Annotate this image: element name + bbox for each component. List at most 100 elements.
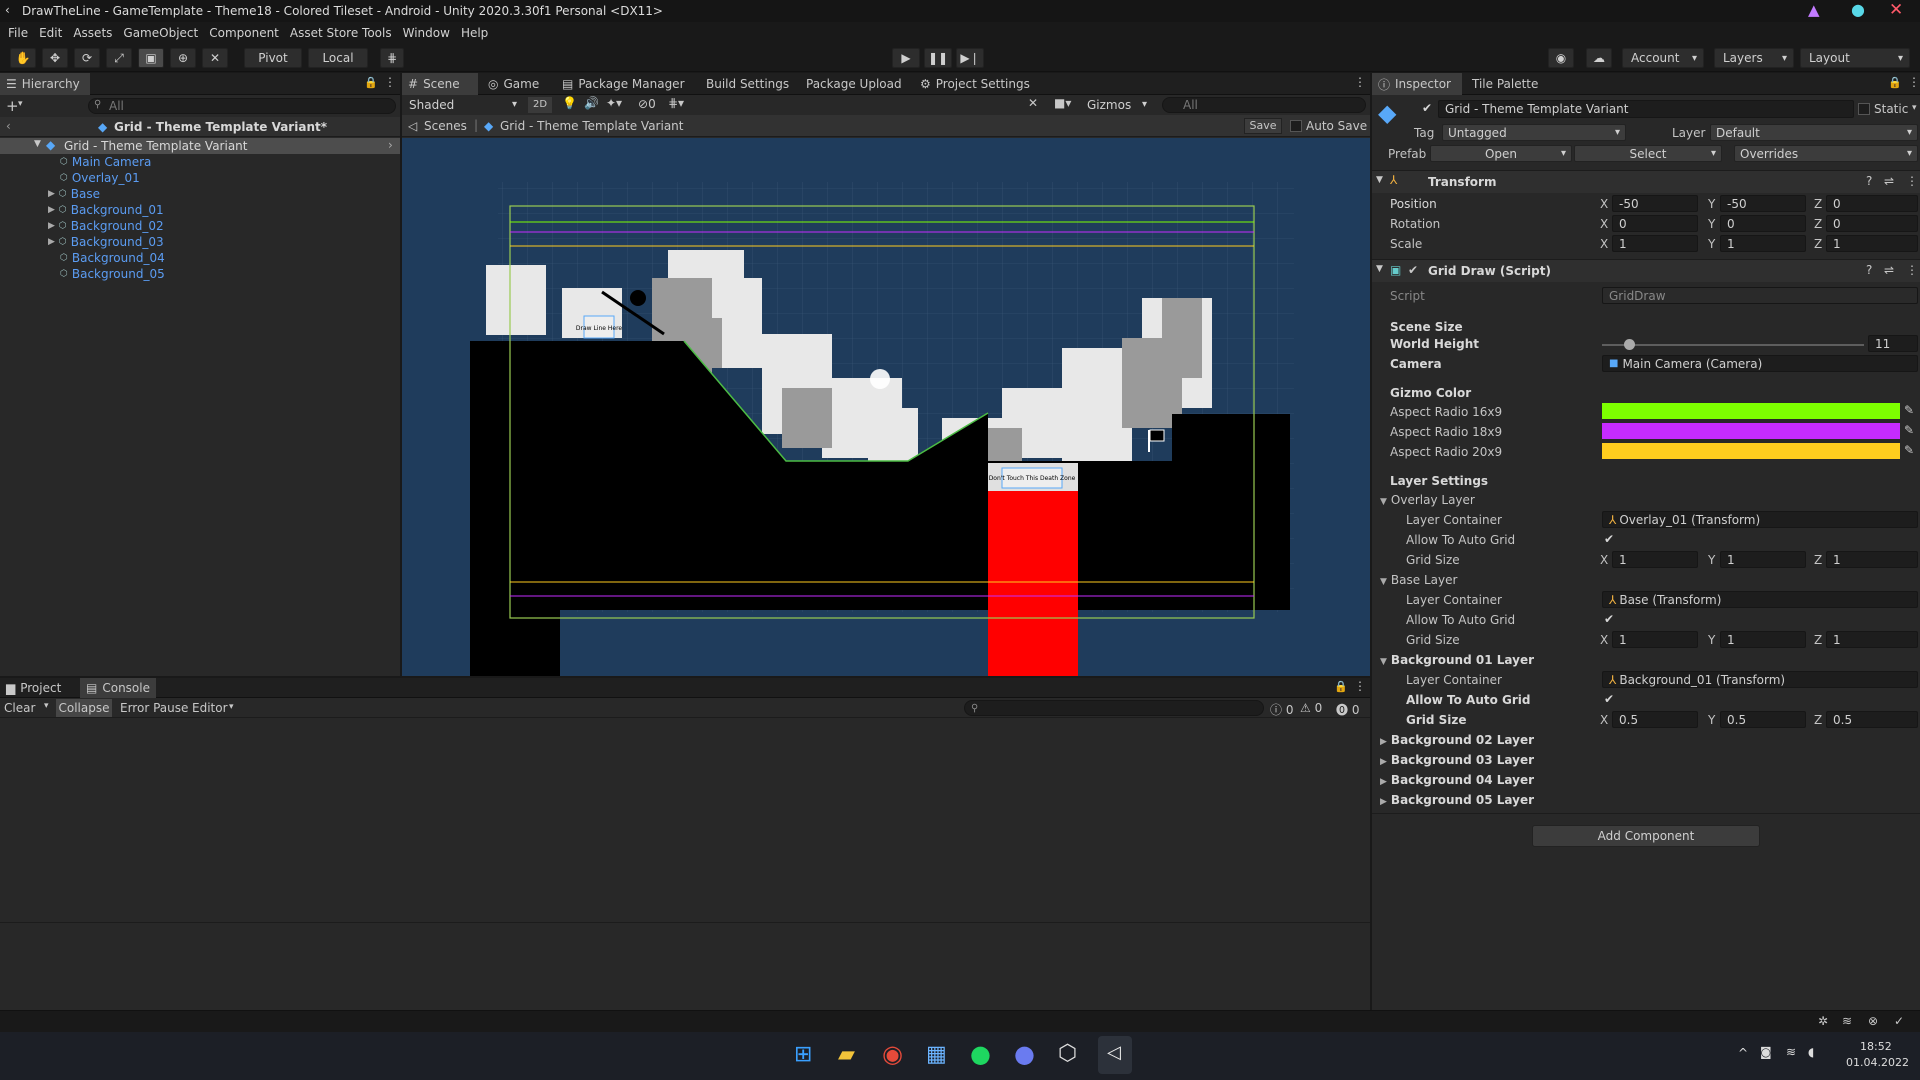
grid-icon[interactable]: ⋕▾ <box>668 96 684 110</box>
background-01-container-field[interactable]: ⅄ Background_01 (Transform) <box>1602 671 1918 688</box>
unity-hub-icon[interactable]: ⬡ <box>1058 1041 1077 1066</box>
spotify-icon[interactable]: ● <box>970 1040 991 1068</box>
background-03-layer-foldout[interactable]: ▶ Background 03 Layer <box>1380 753 1534 767</box>
tab-package-upload[interactable]: Package Upload <box>800 73 908 95</box>
tag-dropdown[interactable]: Untagged <box>1442 124 1626 141</box>
background-01-layer-foldout[interactable]: ▼ Background 01 Layer <box>1380 653 1534 667</box>
error-pause-toggle[interactable]: Error Pause <box>120 701 188 715</box>
audio-icon[interactable]: 🔊 <box>584 96 599 110</box>
bake-icon[interactable]: ≋ <box>1842 1014 1852 1028</box>
enabled-checkbox[interactable]: ✔ <box>1408 263 1418 277</box>
slider-handle[interactable] <box>1624 339 1635 350</box>
volume-icon[interactable]: ◖ <box>1808 1045 1814 1059</box>
base-grid-x[interactable]: 1 <box>1612 631 1698 648</box>
hierarchy-item-main-camera[interactable]: ⬡ Main Camera <box>60 154 151 170</box>
hierarchy-item-overlay[interactable]: ⬡ Overlay_01 <box>60 170 140 186</box>
hand-tool-icon[interactable]: ✋ <box>10 48 36 68</box>
position-z-input[interactable]: 0 <box>1826 195 1918 212</box>
overlay-auto-grid-checkbox[interactable]: ✔ <box>1602 532 1616 546</box>
menu-gameobject[interactable]: GameObject <box>123 26 198 40</box>
clock-time[interactable]: 18:52 <box>1860 1040 1892 1053</box>
tab-project-settings[interactable]: ⚙ Project Settings <box>914 73 1036 95</box>
layer-dropdown[interactable]: Default <box>1710 124 1918 141</box>
chevron-right-icon[interactable]: › <box>388 138 393 152</box>
check-icon[interactable]: ✓ <box>1894 1014 1904 1028</box>
layout-dropdown[interactable]: Layout ▾ <box>1800 48 1910 68</box>
background-05-layer-foldout[interactable]: ▶ Background 05 Layer <box>1380 793 1534 807</box>
prefab-open-button[interactable]: Open <box>1430 145 1572 162</box>
overlay-container-field[interactable]: ⅄ Overlay_01 (Transform) <box>1602 511 1918 528</box>
hierarchy-search-input[interactable]: All <box>88 98 396 114</box>
layers-dropdown[interactable]: Layers ▾ <box>1714 48 1794 68</box>
info-count[interactable]: ⓘ 0 <box>1270 701 1293 718</box>
close-window-icon[interactable]: ✕ <box>1889 0 1903 20</box>
pivot-toggle[interactable]: Pivot <box>244 48 302 68</box>
tray-app-icon[interactable]: ◙ <box>1760 1045 1772 1059</box>
console-search-input[interactable]: ⚲ <box>964 700 1264 716</box>
clear-button[interactable]: Clear <box>4 701 35 715</box>
move-tool-icon[interactable]: ✥ <box>42 48 68 68</box>
play-button[interactable]: ▶ <box>892 48 920 68</box>
expand-down-icon[interactable]: ▼ <box>34 139 41 149</box>
background-01-grid-x[interactable]: 0.5 <box>1612 711 1698 728</box>
grid-snap-icon[interactable]: ⋕ <box>380 48 404 68</box>
kebab-menu-icon[interactable]: ⋮ <box>1354 679 1366 693</box>
rotate-tool-icon[interactable]: ⟳ <box>74 48 100 68</box>
lock-icon[interactable]: 🔒 <box>364 76 378 89</box>
color-18x9-swatch[interactable] <box>1602 423 1900 439</box>
scale-x-input[interactable]: 1 <box>1612 235 1698 252</box>
tools-icon[interactable]: ✕ <box>1028 96 1038 110</box>
tab-inspector[interactable]: ⓘ Inspector <box>1372 73 1462 95</box>
effects-icon[interactable]: ✦▾ <box>606 96 622 110</box>
kebab-menu-icon[interactable]: ⋮ <box>1354 75 1366 89</box>
background-04-layer-foldout[interactable]: ▶ Background 04 Layer <box>1380 773 1534 787</box>
rotation-y-input[interactable]: 0 <box>1720 215 1806 232</box>
tab-build-settings[interactable]: Build Settings <box>700 73 795 95</box>
2d-toggle[interactable]: 2D <box>528 97 552 113</box>
hierarchy-item-background-01[interactable]: ▶ ⬡ Background_01 <box>48 202 164 218</box>
overlay-layer-foldout[interactable]: ▼ Overlay Layer <box>1380 493 1475 507</box>
position-y-input[interactable]: -50 <box>1720 195 1806 212</box>
hierarchy-item-background-04[interactable]: ⬡ Background_04 <box>60 250 165 266</box>
autosave-checkbox[interactable] <box>1290 120 1302 132</box>
bug-icon[interactable]: ✲ <box>1818 1014 1828 1028</box>
tab-tile-palette[interactable]: Tile Palette <box>1466 73 1544 95</box>
lock-icon[interactable]: 🔒 <box>1888 76 1902 89</box>
scene-viewport[interactable]: Draw Line Here Don't Touch This Death Zo… <box>402 138 1370 676</box>
position-x-input[interactable]: -50 <box>1612 195 1698 212</box>
account-dropdown[interactable]: Account ▾ <box>1622 48 1704 68</box>
unity-back-icon[interactable]: ‹ <box>5 3 10 17</box>
kebab-menu-icon[interactable]: ⋮ <box>384 75 396 89</box>
custom-tool-icon[interactable]: ✕ <box>202 48 228 68</box>
color-20x9-swatch[interactable] <box>1602 443 1900 459</box>
overlay-grid-x[interactable]: 1 <box>1612 551 1698 568</box>
hierarchy-item-background-03[interactable]: ▶ ⬡ Background_03 <box>48 234 164 250</box>
pause-button[interactable]: ❚❚ <box>924 48 952 68</box>
save-button[interactable]: Save <box>1244 118 1282 134</box>
menu-asset-store-tools[interactable]: Asset Store Tools <box>290 26 392 40</box>
scale-tool-icon[interactable]: ⤢ <box>106 48 132 68</box>
tab-console[interactable]: ▤ Console <box>80 678 156 698</box>
prefab-overrides-dropdown[interactable]: Overrides <box>1734 145 1918 162</box>
object-name-field[interactable]: Grid - Theme Template Variant <box>1438 100 1854 118</box>
preset-icon[interactable]: ⇌ <box>1884 263 1894 277</box>
breadcrumb-prefab[interactable]: Grid - Theme Template Variant <box>500 119 683 133</box>
scale-z-input[interactable]: 1 <box>1826 235 1918 252</box>
editor-dropdown[interactable]: Editor <box>192 701 228 715</box>
background-01-grid-y[interactable]: 0.5 <box>1720 711 1806 728</box>
menu-edit[interactable]: Edit <box>39 26 62 40</box>
background-01-grid-z[interactable]: 0.5 <box>1826 711 1918 728</box>
hierarchy-item-background-02[interactable]: ▶ ⬡ Background_02 <box>48 218 164 234</box>
menu-window[interactable]: Window <box>403 26 450 40</box>
cloud-icon[interactable]: ☁ <box>1586 48 1612 68</box>
hierarchy-root-row[interactable]: ▼ ◆ Grid - Theme Template Variant › <box>0 138 400 154</box>
discord-icon[interactable]: ● <box>1014 1040 1035 1068</box>
chrome-icon[interactable]: ◉ <box>882 1040 903 1068</box>
help-icon[interactable]: ? <box>1866 174 1872 188</box>
store-icon[interactable]: ▦ <box>926 1042 947 1067</box>
prefab-select-button[interactable]: Select <box>1574 145 1722 162</box>
back-arrow-icon[interactable]: ‹ <box>6 119 11 133</box>
kebab-menu-icon[interactable]: ⋮ <box>1906 263 1918 277</box>
overlay-grid-z[interactable]: 1 <box>1826 551 1918 568</box>
help-icon[interactable]: ? <box>1866 263 1872 277</box>
